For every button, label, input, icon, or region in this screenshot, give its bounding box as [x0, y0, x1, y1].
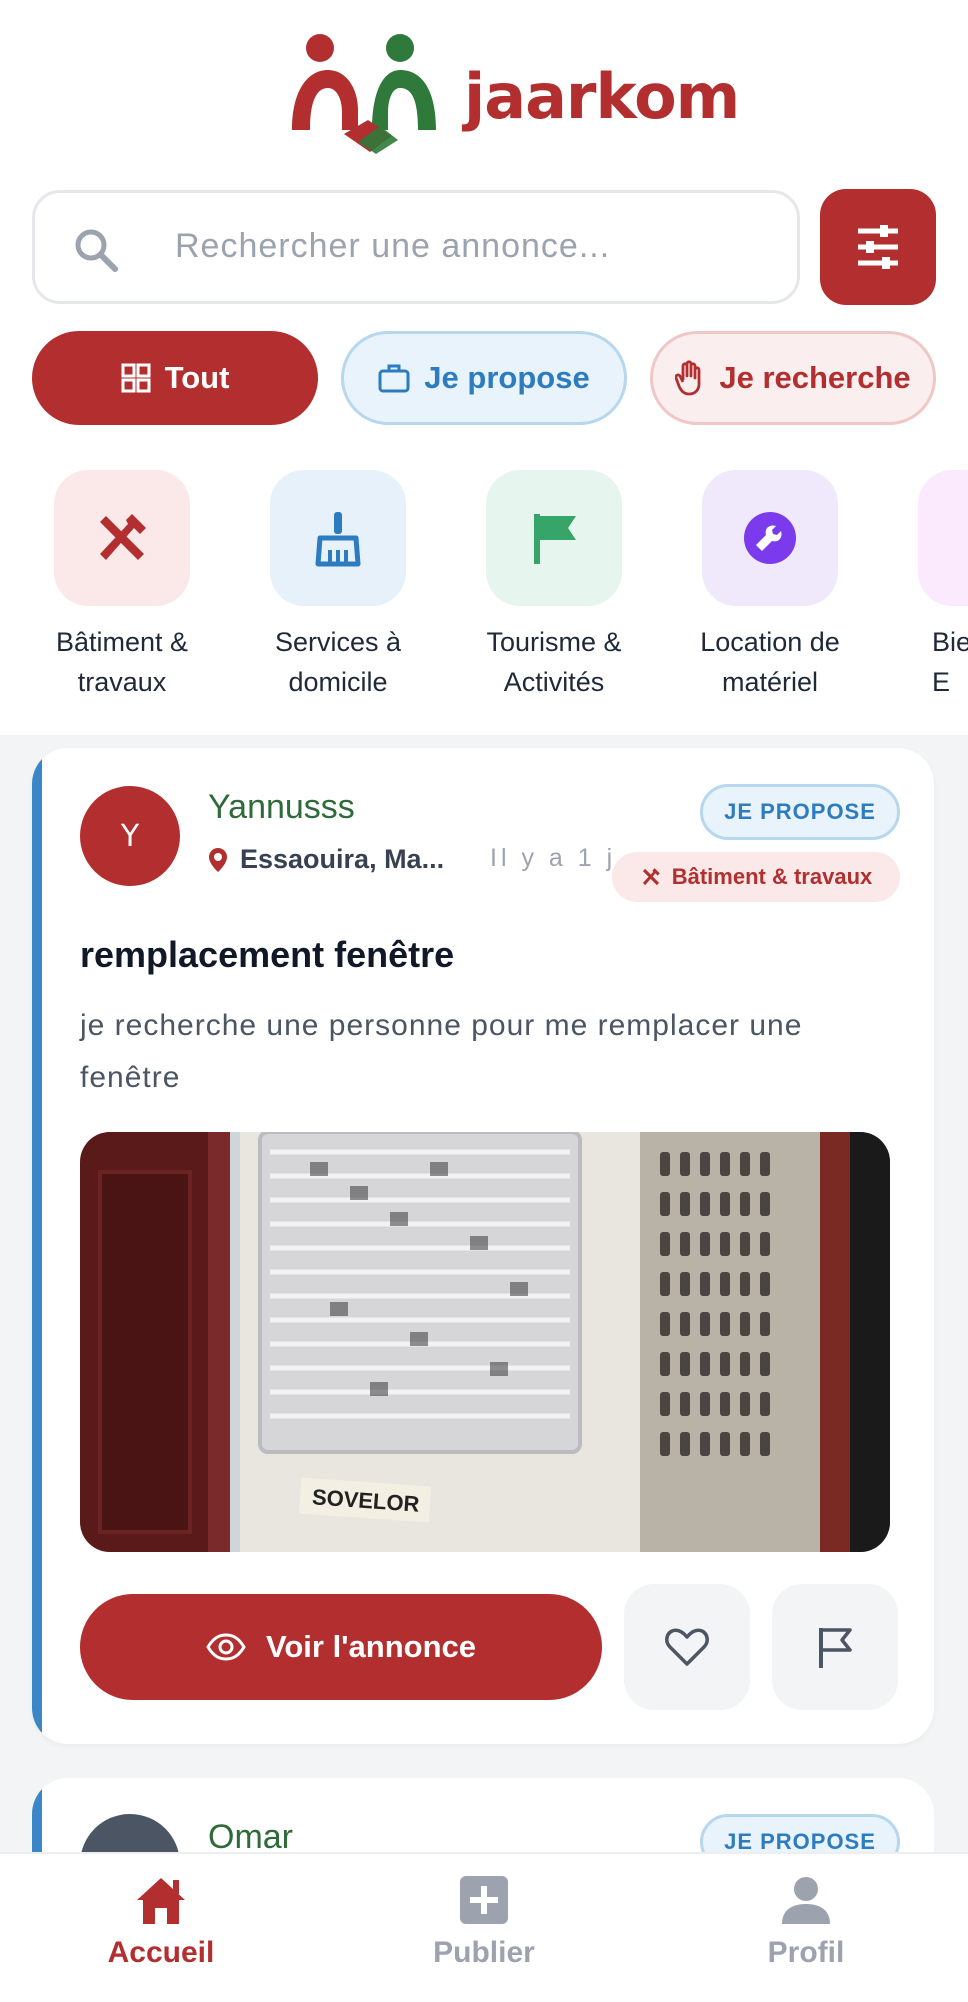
view-post-button[interactable]: Voir l'annonce	[80, 1594, 602, 1700]
post-username[interactable]: Yannusss	[208, 788, 355, 827]
app-logo: jaarkom	[288, 30, 740, 160]
favorite-button[interactable]	[624, 1584, 750, 1710]
nav-publish[interactable]: Publier	[384, 1874, 584, 1970]
post-category-tag: Bâtiment & travaux	[612, 852, 900, 902]
nav-home-label: Accueil	[107, 1936, 215, 1969]
search-input[interactable]: Rechercher une annonce...	[32, 190, 800, 304]
category-label-line: Tourisme &	[486, 627, 622, 657]
category-batiment[interactable]: Bâtiment & travaux	[22, 470, 222, 702]
wrench-icon	[744, 512, 796, 564]
filter-chip-propose[interactable]: Je propose	[341, 331, 627, 425]
nav-publish-label: Publier	[433, 1936, 535, 1969]
category-label: Tourisme & Activités	[454, 622, 654, 702]
post-type-accent	[32, 748, 42, 1744]
tools-icon	[100, 514, 146, 560]
app-name: jaarkom	[464, 60, 740, 133]
eye-icon	[206, 1633, 246, 1661]
category-label-line: Activités	[503, 667, 605, 697]
nav-home[interactable]: Accueil	[61, 1874, 261, 1970]
flag-outline-icon	[819, 1628, 852, 1668]
category-tile	[54, 470, 190, 606]
search-icon	[75, 229, 118, 272]
grid-icon	[121, 363, 151, 393]
category-tile	[702, 470, 838, 606]
filter-chip-recherche[interactable]: Je recherche	[650, 331, 936, 425]
nav-profile[interactable]: Profil	[706, 1874, 906, 1970]
view-post-label: Voir l'annonce	[265, 1629, 477, 1664]
filter-chip-all-label: Tout	[164, 360, 230, 395]
filter-chip-recherche-label: Je recherche	[719, 360, 911, 395]
post-title[interactable]: remplacement fenêtre	[80, 934, 454, 976]
post-description: je recherche une personne pour me rempla…	[80, 1009, 803, 1094]
category-label: Bie E	[886, 622, 968, 702]
post-photo[interactable]: SOVELOR	[80, 1132, 890, 1552]
plus-square-icon	[460, 1876, 508, 1924]
post-category-label: Bâtiment & travaux	[671, 864, 873, 889]
category-tourisme[interactable]: Tourisme & Activités	[454, 470, 654, 702]
tools-icon	[642, 868, 660, 886]
category-label-line: travaux	[77, 667, 167, 697]
category-label-line: E	[932, 667, 951, 697]
heart-icon	[665, 1628, 709, 1666]
filter-chip-propose-label: Je propose	[424, 360, 590, 395]
report-button[interactable]	[772, 1584, 898, 1710]
filter-button[interactable]	[820, 189, 936, 305]
category-services[interactable]: Services à domicile	[238, 470, 438, 702]
category-label-line: Bâtiment &	[55, 627, 189, 657]
category-label-line: matériel	[721, 667, 819, 697]
category-label: Services à domicile	[238, 622, 438, 702]
bottom-navigation: Accueil Publier Profil	[0, 1852, 968, 2002]
sliders-icon	[858, 225, 898, 269]
post-location-text: Essaouira, Ma...	[240, 844, 445, 874]
category-biens[interactable]: Bie E	[886, 470, 968, 702]
category-label: Location de matériel	[670, 622, 870, 702]
category-location[interactable]: Location de matériel	[670, 470, 870, 702]
post-time: Il y a 1 j	[490, 844, 617, 872]
broom-icon	[315, 512, 361, 567]
category-label-line: Bie	[932, 627, 968, 657]
category-label-line: domicile	[288, 667, 388, 697]
avatar[interactable]: Y	[80, 786, 180, 886]
flag-icon	[534, 514, 576, 564]
post-card[interactable]: Y Yannusss Essaouira, Ma... Il y a 1 j J…	[32, 748, 934, 1744]
hand-icon	[675, 360, 701, 396]
post-location: Essaouira, Ma...	[208, 844, 444, 875]
category-carousel[interactable]: Bâtiment & travaux Services à domicile T…	[0, 470, 968, 710]
user-icon	[782, 1877, 830, 1924]
category-tile	[486, 470, 622, 606]
home-icon	[137, 1878, 185, 1924]
filter-chip-all[interactable]: Tout	[32, 331, 318, 425]
briefcase-icon	[378, 364, 410, 393]
header-area: jaarkom Rechercher une annonce... Tout J…	[0, 0, 968, 735]
post-type-badge: JE PROPOSE	[700, 784, 900, 840]
category-label: Bâtiment & travaux	[22, 622, 222, 702]
search-placeholder: Rechercher une annonce...	[175, 227, 611, 265]
category-label-line: Location de	[700, 627, 840, 657]
category-tile	[270, 470, 406, 606]
location-pin-icon	[209, 847, 227, 872]
category-label-line: Services à	[274, 627, 402, 657]
category-tile	[918, 470, 968, 606]
nav-profile-label: Profil	[767, 1936, 845, 1969]
